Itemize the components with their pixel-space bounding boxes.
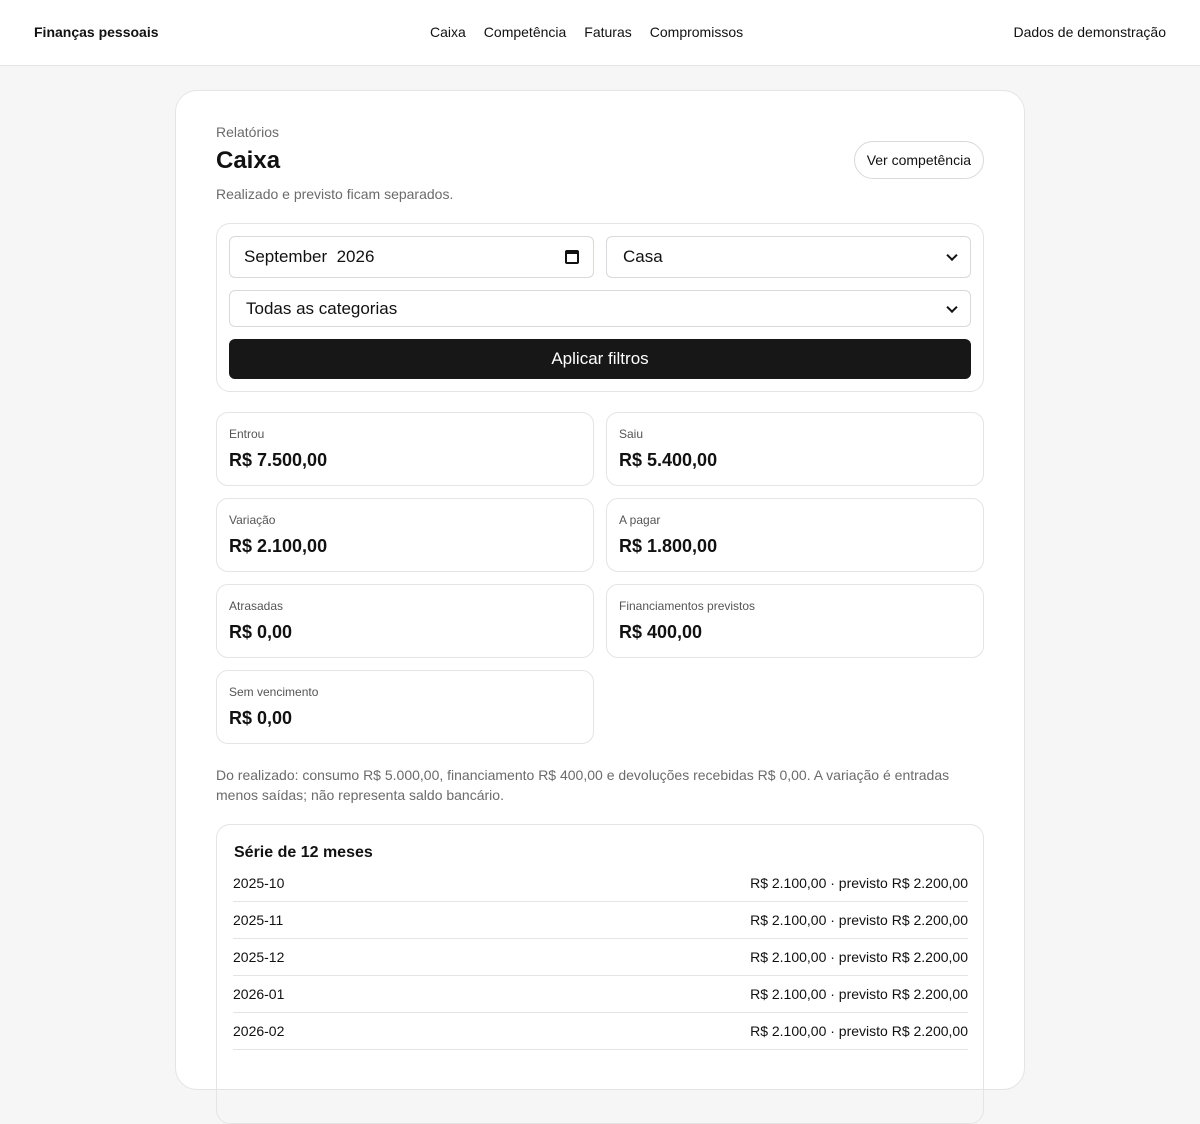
apply-filters-button[interactable]: Aplicar filtros bbox=[229, 339, 971, 379]
report-card: Relatórios Caixa Realizado e previsto fi… bbox=[175, 90, 1025, 1124]
summary-note: Do realizado: consumo R$ 5.000,00, finan… bbox=[216, 767, 950, 803]
metric-label: Entrou bbox=[229, 427, 265, 441]
row-month: 2025-11 bbox=[233, 912, 284, 928]
metric-value: R$ 5.400,00 bbox=[619, 450, 718, 470]
metric-value: R$ 0,00 bbox=[229, 622, 293, 642]
table-row: 2026-01 R$ 2.100,00 · previsto R$ 2.200,… bbox=[233, 976, 968, 1013]
metric-label: Variação bbox=[229, 513, 276, 527]
metric-card-saiu: Saiu R$ 5.400,00 bbox=[606, 412, 984, 486]
row-value: R$ 2.100,00 · previsto R$ 2.200,00 bbox=[750, 986, 968, 1002]
metric-card-a-pagar: A pagar R$ 1.800,00 bbox=[606, 498, 984, 572]
household-select-value: Casa bbox=[623, 247, 663, 266]
table-row: 2025-11 R$ 2.100,00 · previsto R$ 2.200,… bbox=[233, 902, 968, 939]
nav-link-faturas[interactable]: Faturas bbox=[584, 24, 631, 40]
metric-value: R$ 2.100,00 bbox=[229, 536, 328, 556]
table-row: 2026-02 R$ 2.100,00 · previsto R$ 2.200,… bbox=[233, 1013, 968, 1050]
metric-value: R$ 7.500,00 bbox=[229, 450, 328, 470]
row-value: R$ 2.100,00 · previsto R$ 2.200,00 bbox=[750, 875, 968, 891]
filters-panel: September 2026 Casa Todas as categorias … bbox=[216, 223, 984, 392]
row-value: R$ 2.100,00 · previsto R$ 2.200,00 bbox=[750, 1023, 968, 1039]
series-title: Série de 12 meses bbox=[234, 844, 373, 861]
category-select[interactable]: Todas as categorias bbox=[229, 290, 971, 327]
household-select[interactable]: Casa bbox=[606, 236, 971, 278]
row-month: 2025-10 bbox=[233, 875, 285, 891]
nav-link-compromissos[interactable]: Compromissos bbox=[650, 24, 743, 40]
metric-card-financiamentos: Financiamentos previstos R$ 400,00 bbox=[606, 584, 984, 658]
metric-card-variacao: Variação R$ 2.100,00 bbox=[216, 498, 594, 572]
metric-card-sem-vencimento: Sem vencimento R$ 0,00 bbox=[216, 670, 594, 744]
top-bar: Finanças pessoais Caixa Competência Fatu… bbox=[0, 0, 1200, 66]
table-row: 2025-12 R$ 2.100,00 · previsto R$ 2.200,… bbox=[233, 939, 968, 976]
month-input[interactable]: September 2026 bbox=[229, 236, 594, 278]
row-month: 2026-01 bbox=[233, 986, 285, 1002]
page-eyebrow: Relatórios bbox=[216, 124, 280, 140]
page-subtitle: Realizado e previsto ficam separados. bbox=[216, 186, 454, 202]
metric-label: Sem vencimento bbox=[229, 685, 319, 699]
ver-competencia-button[interactable]: Ver competência bbox=[853, 141, 984, 179]
metric-value: R$ 0,00 bbox=[229, 708, 293, 728]
chevron-down-icon bbox=[946, 249, 958, 262]
metric-card-entrou: Entrou R$ 7.500,00 bbox=[216, 412, 594, 486]
demo-data-link[interactable]: Dados de demonstração bbox=[1013, 24, 1166, 40]
page-title: Caixa bbox=[216, 147, 281, 174]
table-row: 2025-10 R$ 2.100,00 · previsto R$ 2.200,… bbox=[233, 865, 968, 902]
main-nav: Caixa Competência Faturas Compromissos bbox=[430, 24, 743, 40]
row-month: 2025-12 bbox=[233, 949, 285, 965]
nav-link-competencia[interactable]: Competência bbox=[484, 24, 567, 40]
month-input-value: September 2026 bbox=[244, 247, 375, 266]
series-panel: Série de 12 meses 2025-10 R$ 2.100,00 · … bbox=[216, 824, 984, 1124]
series-list: 2025-10 R$ 2.100,00 · previsto R$ 2.200,… bbox=[233, 865, 968, 1050]
metric-label: Atrasadas bbox=[229, 599, 284, 613]
metric-label: Financiamentos previstos bbox=[619, 599, 756, 613]
metric-card-atrasadas: Atrasadas R$ 0,00 bbox=[216, 584, 594, 658]
row-value: R$ 2.100,00 · previsto R$ 2.200,00 bbox=[750, 949, 968, 965]
calendar-icon[interactable] bbox=[565, 250, 579, 264]
metric-label: A pagar bbox=[619, 513, 661, 527]
metric-label: Saiu bbox=[619, 427, 644, 441]
chevron-down-icon bbox=[946, 301, 958, 313]
metric-value: R$ 1.800,00 bbox=[619, 536, 718, 556]
category-select-value: Todas as categorias bbox=[246, 298, 398, 318]
nav-link-caixa[interactable]: Caixa bbox=[430, 24, 466, 40]
row-value: R$ 2.100,00 · previsto R$ 2.200,00 bbox=[750, 912, 968, 928]
row-month: 2026-02 bbox=[233, 1023, 285, 1039]
brand-title[interactable]: Finanças pessoais bbox=[34, 24, 159, 40]
metric-value: R$ 400,00 bbox=[619, 622, 703, 642]
